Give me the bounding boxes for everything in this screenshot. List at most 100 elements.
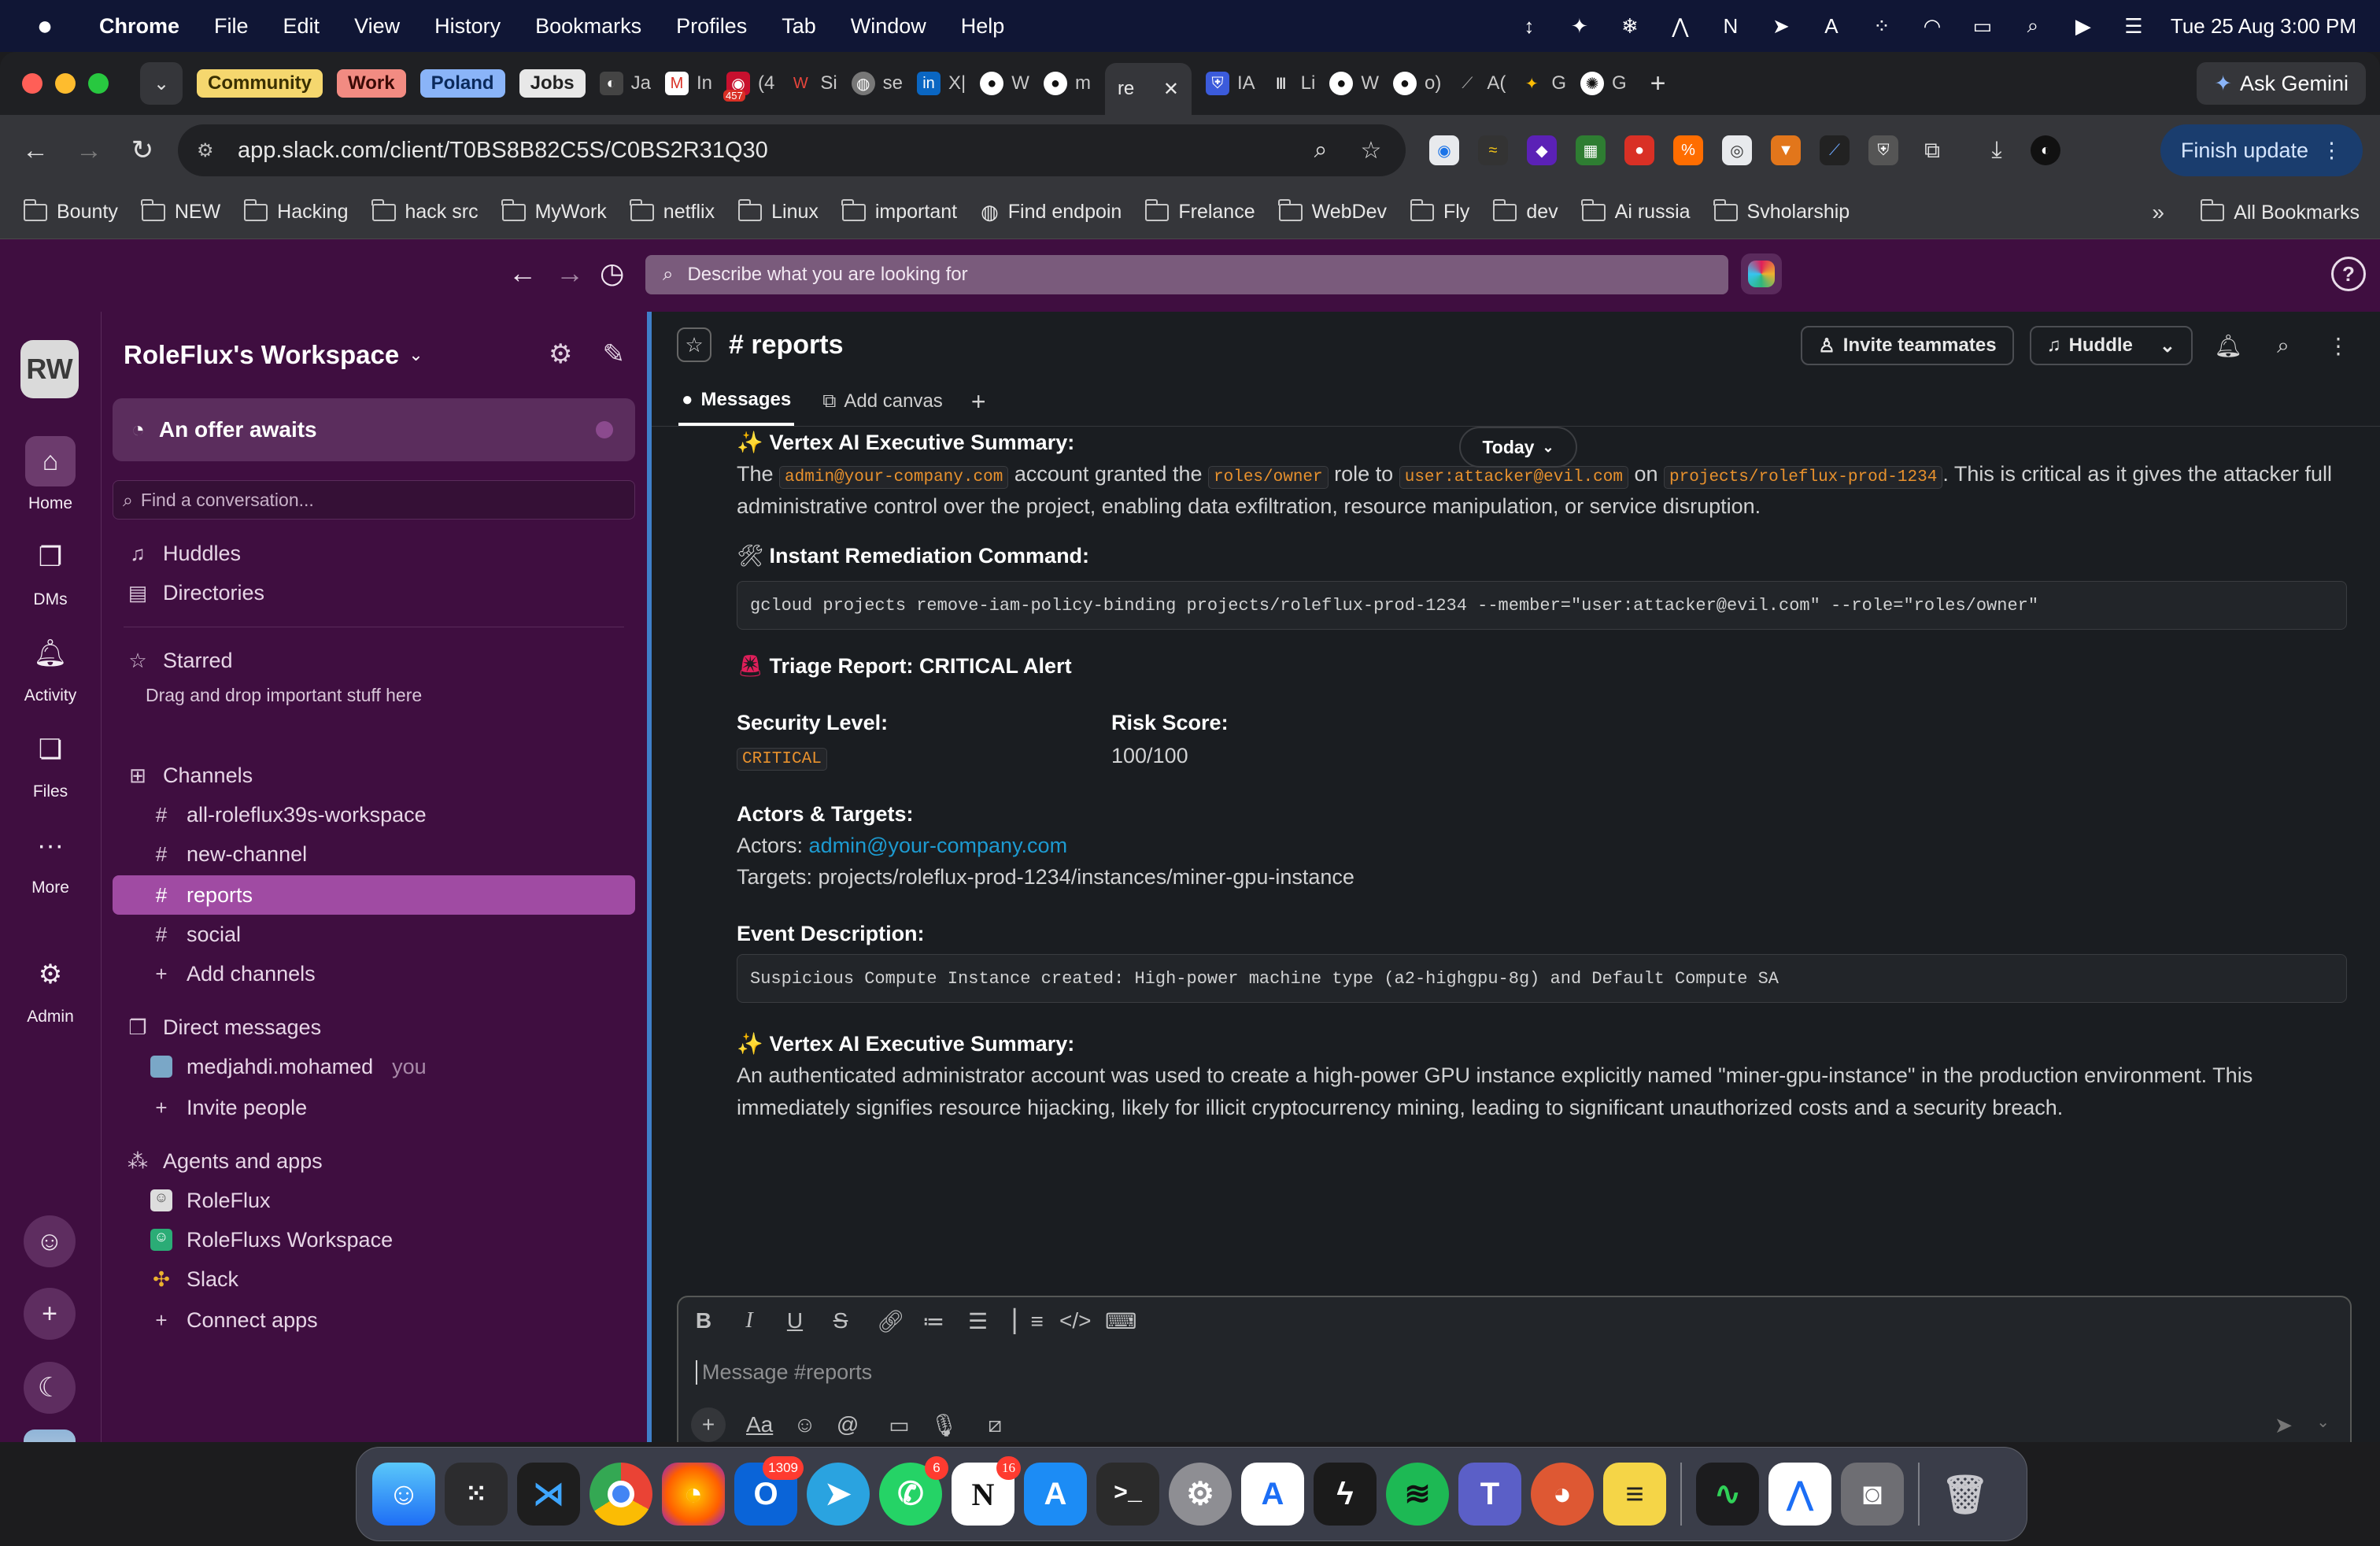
bookmark-folder[interactable]: dev <box>1492 198 1558 224</box>
menu-window[interactable]: Window <box>851 14 926 39</box>
sidebar-channel[interactable]: # all-roleflux39s-workspace <box>150 795 427 834</box>
sidebar-item-huddles[interactable]: ♫ Huddles <box>127 534 241 573</box>
tab[interactable]: in X| <box>917 65 966 102</box>
video-icon[interactable]: ▭ <box>889 1412 909 1438</box>
trash-icon[interactable]: 🗑︎ <box>1934 1463 1997 1526</box>
sidebar-section-apps[interactable]: ⁂ Agents and apps <box>127 1141 323 1181</box>
extension-icon[interactable]: ◎ <box>1722 135 1752 165</box>
reload-button[interactable]: ↻ <box>124 132 161 168</box>
resize-icon[interactable]: ↕ <box>1516 13 1543 39</box>
menu-bar-clock[interactable]: Tue 25 Aug 3:00 PM <box>2171 14 2356 39</box>
tab-messages[interactable]: ● Messages <box>678 377 795 426</box>
rail-dms[interactable]: ❐ DMs <box>0 532 101 609</box>
code-icon[interactable]: </> <box>1059 1308 1091 1334</box>
ask-gemini-button[interactable]: ✦ Ask Gemini <box>2197 62 2366 105</box>
wifi-icon[interactable]: ◠ <box>1919 13 1946 39</box>
activity-monitor-icon[interactable]: ∿ <box>1696 1463 1759 1526</box>
new-tab-button[interactable]: + <box>1650 68 1666 99</box>
extension-icon[interactable]: ▦ <box>1576 135 1606 165</box>
bold-icon[interactable]: B <box>694 1308 713 1334</box>
tab-group-poland[interactable]: Poland <box>419 69 505 98</box>
address-bar-url[interactable]: app.slack.com/client/T0BS8B82C5S/C0BS2R3… <box>238 138 1305 164</box>
zoom-icon[interactable]: ⌕ <box>1305 137 1336 164</box>
channel-title[interactable]: # reports <box>729 330 844 361</box>
code-block-icon[interactable]: ⌨ <box>1105 1308 1136 1334</box>
download-icon[interactable]: ⤓ <box>1982 135 2012 165</box>
menu-tab[interactable]: Tab <box>782 14 816 39</box>
invite-teammates-button[interactable]: ♙ Invite teammates <box>1801 326 2014 365</box>
back-button[interactable]: ← <box>17 132 54 168</box>
apple-menu-icon[interactable]: ● <box>31 11 58 42</box>
bookmark-folder[interactable]: Linux <box>737 198 819 224</box>
close-window-button[interactable] <box>22 73 42 94</box>
system-settings-icon[interactable]: ⚙ <box>1169 1463 1232 1526</box>
address-bar[interactable]: ⚙ app.slack.com/client/T0BS8B82C5S/C0BS2… <box>178 124 1406 176</box>
theme-toggle-button[interactable]: ☾ <box>24 1362 76 1414</box>
input-source-icon[interactable]: A <box>1818 13 1845 39</box>
chevron-down-icon[interactable]: ⌄ <box>2316 1412 2330 1438</box>
tab[interactable]: ● m <box>1043 65 1091 102</box>
tab[interactable]: ✺ G <box>1580 65 1627 102</box>
extension-icon[interactable]: % <box>1673 135 1703 165</box>
teams-icon[interactable]: T <box>1458 1463 1521 1526</box>
spotlight-search-icon[interactable]: ⌕ <box>2020 13 2046 39</box>
offer-banner[interactable]: ◔ An offer awaits <box>113 398 635 461</box>
connect-apps-button[interactable]: + Connect apps <box>150 1300 317 1340</box>
terminal-icon[interactable]: >_ <box>1096 1463 1159 1526</box>
notes-icon[interactable]: ≡ <box>1603 1463 1666 1526</box>
bookmark-folder[interactable]: Hacking <box>243 198 349 224</box>
tab[interactable]: ◐ Ja <box>599 65 651 102</box>
link-icon[interactable]: 🔗︎ <box>877 1308 905 1334</box>
menu-bookmarks[interactable]: Bookmarks <box>535 14 641 39</box>
sidebar-section-starred[interactable]: ☆ Starred <box>127 641 232 680</box>
dots-icon[interactable]: ⁘ <box>1868 13 1895 39</box>
launchpad-icon[interactable]: ⁙ <box>445 1463 508 1526</box>
extension-icon[interactable]: ≈ <box>1478 135 1508 165</box>
spotify-icon[interactable]: ≋ <box>1386 1463 1449 1526</box>
underline-icon[interactable]: U <box>785 1308 804 1334</box>
channel-more-button[interactable]: ⋮ <box>2319 326 2358 365</box>
menu-file[interactable]: File <box>214 14 249 39</box>
tab[interactable]: ● o) <box>1392 65 1441 102</box>
history-back-button[interactable]: ← <box>508 257 537 290</box>
text-format-icon[interactable]: Aa <box>746 1412 773 1437</box>
tab[interactable]: M In <box>664 65 712 102</box>
bookmark-folder[interactable]: Ai russia <box>1581 198 1691 224</box>
sidebar-item-directories[interactable]: ▤ Directories <box>127 573 264 612</box>
bookmark-folder[interactable]: NEW <box>141 198 220 224</box>
rail-more[interactable]: ··· More <box>0 820 101 897</box>
message-input[interactable]: Message #reports <box>696 1360 872 1385</box>
tab[interactable]: W Si <box>789 65 837 102</box>
find-conversation-input[interactable]: ⌕ Find a conversation... <box>113 480 635 520</box>
telegram-menu-icon[interactable]: ➤ <box>1768 13 1794 39</box>
sparkle-icon[interactable]: ✦ <box>1566 13 1593 39</box>
sidebar-app[interactable]: ☺ RoleFluxs Workspace <box>150 1220 393 1259</box>
settings-gear-icon[interactable]: ⚙ <box>549 338 572 370</box>
tab-add-canvas[interactable]: ⧉ Add canvas <box>822 377 943 426</box>
bookmark-folder[interactable]: Svholarship <box>1713 198 1850 224</box>
menu-profiles[interactable]: Profiles <box>676 14 747 39</box>
puzzle-icon[interactable]: ⧉ <box>1917 135 1947 165</box>
date-divider-today[interactable]: Today ⌄ <box>1459 427 1577 468</box>
history-forward-button[interactable]: → <box>556 257 584 290</box>
vscode-icon[interactable]: ⋊ <box>517 1463 580 1526</box>
ordered-list-icon[interactable]: ≔ <box>922 1308 944 1334</box>
tab-search-button[interactable]: ⌄ <box>140 62 183 105</box>
whatsapp-icon[interactable]: ✆ 6 <box>879 1456 948 1526</box>
play-icon[interactable]: ▶ <box>2070 13 2097 39</box>
bookmark-star-icon[interactable]: ☆ <box>1355 137 1387 165</box>
bookmark-folder[interactable]: Frelance <box>1144 198 1255 224</box>
snowflake-icon[interactable]: ❄ <box>1617 13 1643 39</box>
sidebar-app[interactable]: ✣ Slack <box>150 1259 238 1299</box>
extension-icon[interactable]: ◉ <box>1429 135 1459 165</box>
sidebar-section-channels[interactable]: ⊞ Channels <box>127 756 253 795</box>
workspace-avatar[interactable]: RW <box>20 340 79 398</box>
bookmark-folder[interactable]: Bounty <box>23 198 118 224</box>
site-info-icon[interactable]: ⚙ <box>197 139 222 162</box>
metamask-icon[interactable]: ▼ <box>1771 135 1801 165</box>
mention-icon[interactable]: @ <box>837 1412 859 1437</box>
tab[interactable]: ⟋ A( <box>1455 65 1506 102</box>
tab[interactable]: ● W <box>980 65 1029 102</box>
menu-help[interactable]: Help <box>961 14 1005 39</box>
close-tab-icon[interactable]: ✕ <box>1163 78 1179 101</box>
